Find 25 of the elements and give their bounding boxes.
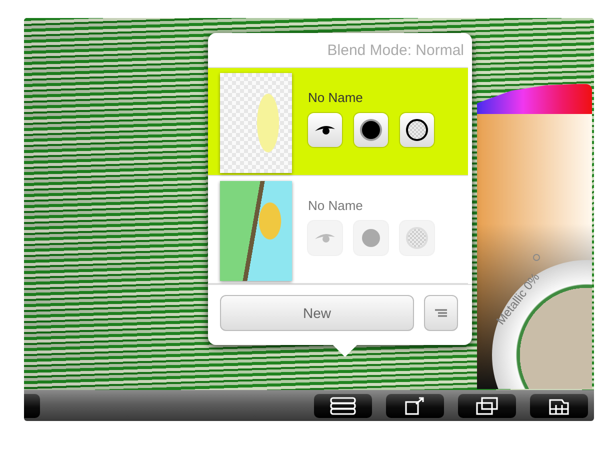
menu-icon [435,309,447,317]
layer-name: No Name [308,198,364,213]
layer-menu-button[interactable] [424,295,458,331]
hatched-circle-icon [406,119,428,141]
solid-circle-icon [362,121,380,139]
transparency-button[interactable] [400,113,434,147]
blend-mode-label[interactable]: Blend Mode: Normal [208,33,472,67]
eye-icon [314,124,336,136]
toolbar-button[interactable] [24,394,40,418]
color-cursor[interactable] [533,254,540,261]
visibility-button[interactable] [308,113,342,147]
new-layer-button[interactable]: New [220,295,414,331]
opacity-button[interactable] [354,113,388,147]
duplicate-button[interactable] [458,394,516,418]
stacked-squares-icon [474,396,500,416]
layers-button[interactable] [314,394,372,418]
layers-icon [328,396,358,414]
solid-circle-icon [362,229,380,247]
gallery-button[interactable] [530,394,588,418]
square-arrow-icon [404,396,426,416]
layer-row[interactable]: No Name [208,68,468,176]
layer-name: No Name [308,90,364,105]
hatched-circle-icon [406,227,428,249]
eye-icon [314,232,336,244]
export-button[interactable] [386,394,444,418]
